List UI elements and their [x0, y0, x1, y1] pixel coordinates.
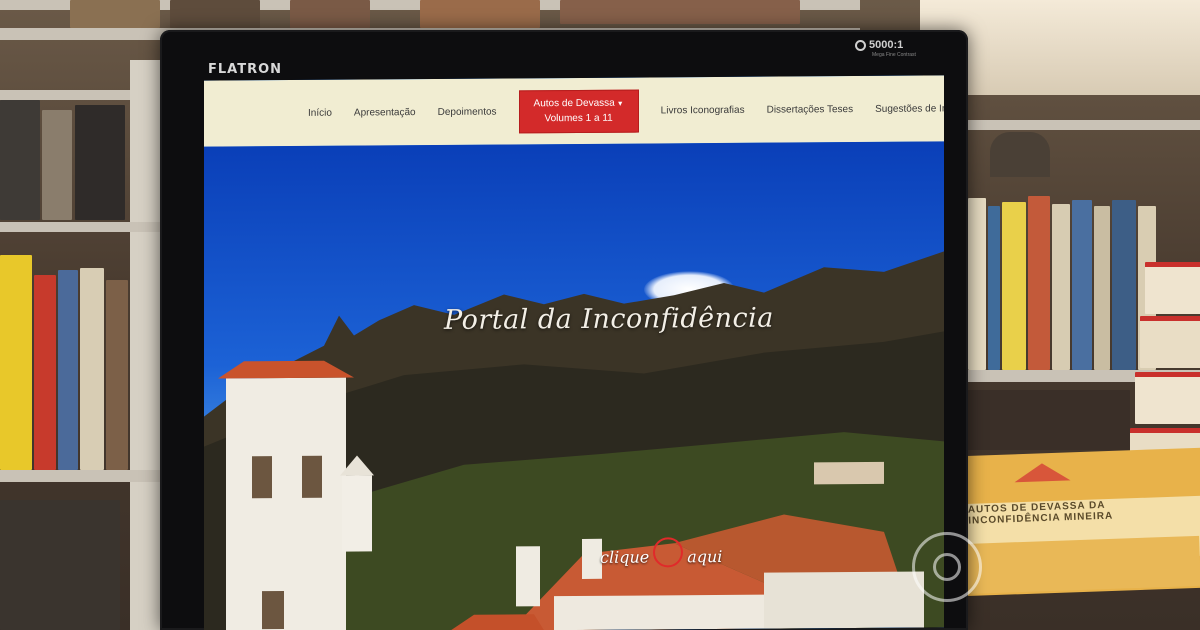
contrast-ring-icon — [855, 39, 866, 51]
cta-right-label: aqui — [687, 546, 723, 566]
shelf-book — [0, 255, 32, 470]
colonial-building — [226, 377, 346, 630]
shelf-board — [930, 120, 1200, 130]
nav-item-apresentacao[interactable]: Apresentação — [354, 107, 416, 118]
shelf-book — [80, 268, 104, 470]
town-house — [554, 594, 764, 630]
shelf-board — [0, 222, 160, 232]
shelf-book — [106, 280, 128, 470]
shelf-book — [0, 500, 120, 630]
town-house — [764, 571, 924, 629]
site-navbar: Início Apresentação Depoimentos Autos de… — [204, 75, 944, 147]
shelf-book — [290, 0, 370, 28]
monitor-brand: FLATRON — [208, 62, 283, 77]
shelf-book — [1028, 196, 1050, 370]
hero-banner: Portal da Inconfidência clique aqui — [204, 141, 944, 630]
hero-landscape — [204, 251, 944, 630]
shelf-book — [70, 0, 160, 28]
shelf-book — [1002, 202, 1026, 370]
monitor-screen: Início Apresentação Depoimentos Autos de… — [204, 75, 944, 630]
stacked-book — [1135, 372, 1200, 424]
globe-logo-inner — [933, 553, 961, 581]
stacked-book — [1140, 316, 1200, 368]
nav-item-sugestoes-de-insercao[interactable]: Sugestões de Inserção — [875, 103, 944, 115]
nav-item-livros-iconografias[interactable]: Livros Iconografias — [661, 104, 745, 116]
shelf-book — [0, 100, 40, 220]
nav-item-dissertacoes-teses[interactable]: Dissertações Teses — [767, 104, 854, 116]
shelf-book — [988, 206, 1000, 370]
shelf-book — [42, 110, 72, 220]
stacked-book — [1145, 262, 1200, 314]
nav-item-depoimentos[interactable]: Depoimentos — [438, 106, 497, 117]
building-window — [252, 456, 272, 499]
contrast-badge-label: 5000:1 — [869, 39, 904, 51]
book-cover-triangle — [1013, 462, 1071, 483]
shelf-book — [1094, 206, 1110, 370]
shelf-book — [1112, 200, 1136, 370]
shelf-book — [560, 0, 800, 24]
shelf-upright — [130, 60, 160, 630]
cta-left-label: clique — [600, 546, 650, 567]
church-tower — [516, 546, 540, 607]
contrast-badge-subtext: Mega Fine Contrast — [872, 52, 916, 58]
shelf-book — [75, 105, 125, 220]
monitor: FLATRON 5000:1 Mega Fine Contrast Início… — [160, 30, 968, 630]
globe-logo-icon — [912, 532, 982, 602]
hero-click-here-link[interactable]: clique aqui — [600, 537, 723, 568]
church-tower — [342, 475, 372, 552]
building-window — [262, 591, 284, 630]
hero-title: Portal da Inconfidência — [444, 302, 774, 336]
nav-item-inicio[interactable]: Início — [308, 107, 332, 118]
shelf-book — [170, 0, 260, 28]
shelf-book — [34, 275, 56, 470]
shelf-book — [950, 390, 1130, 450]
contrast-badge: 5000:1 — [855, 39, 903, 51]
hillside-house — [814, 461, 884, 485]
nav-dropdown-label: Autos de Devassa — [533, 97, 615, 109]
church-tower — [582, 538, 602, 579]
shelf-clock — [990, 132, 1050, 177]
shelf-book — [1052, 204, 1070, 370]
building-window — [302, 455, 322, 498]
shelf-board — [0, 470, 160, 482]
book-cover-lower — [959, 535, 1200, 595]
shelf-book — [1072, 200, 1092, 370]
nav-dropdown-autos-de-devassa[interactable]: Autos de Devassa ▼ Volumes 1 a 11 — [518, 89, 639, 133]
shelf-book — [58, 270, 78, 470]
shelf-book — [968, 198, 986, 370]
circle-icon — [653, 537, 684, 568]
shelf-book — [420, 0, 540, 28]
nav-dropdown-sublabel: Volumes 1 a 11 — [544, 112, 613, 124]
caret-down-icon: ▼ — [616, 100, 624, 108]
